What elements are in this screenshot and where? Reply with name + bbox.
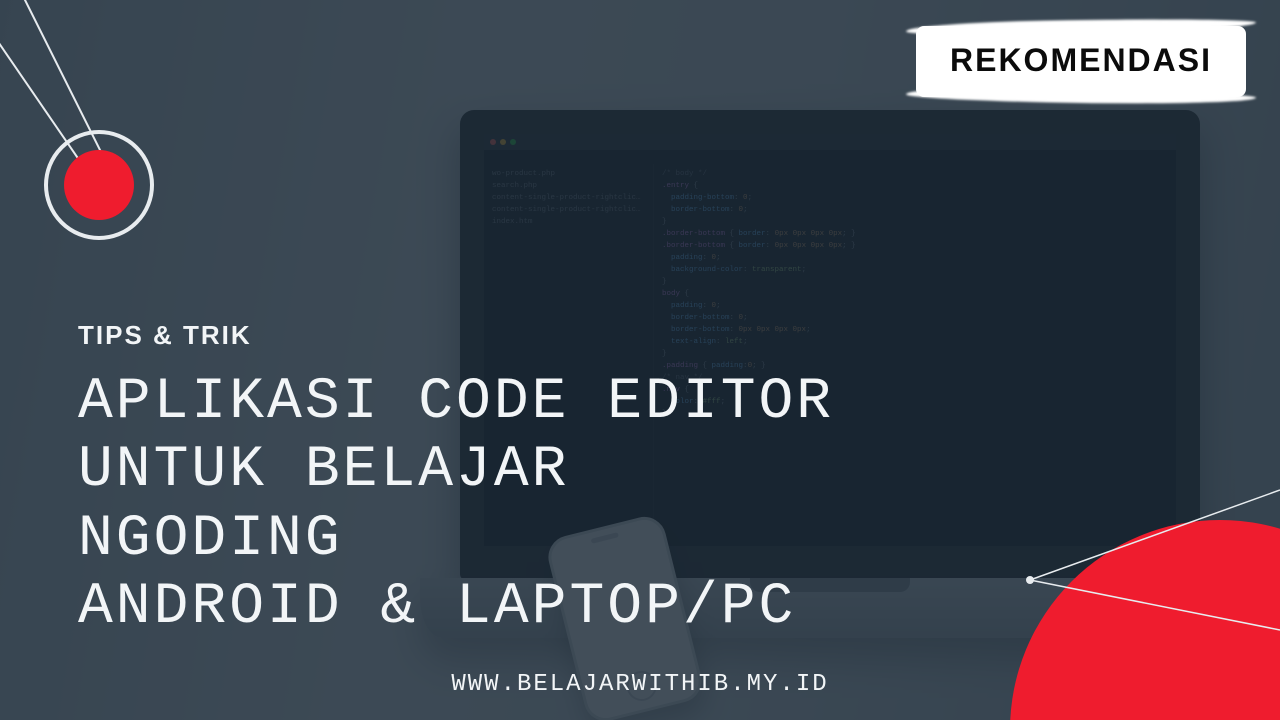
kicker-text: TIPS & TRIK: [78, 320, 834, 351]
badge-label: REKOMENDASI: [950, 42, 1212, 78]
site-url: WWW.BELAJARWITHIB.MY.ID: [451, 671, 828, 698]
banner-stage: wo-product.php search.php content-single…: [0, 0, 1280, 720]
recommendation-badge: REKOMENDASI: [916, 26, 1246, 97]
headline-text: APLIKASI CODE EDITOR UNTUK BELAJAR NGODI…: [78, 369, 834, 643]
headline-block: TIPS & TRIK APLIKASI CODE EDITOR UNTUK B…: [78, 320, 834, 643]
brand-dot-icon: [44, 130, 154, 240]
